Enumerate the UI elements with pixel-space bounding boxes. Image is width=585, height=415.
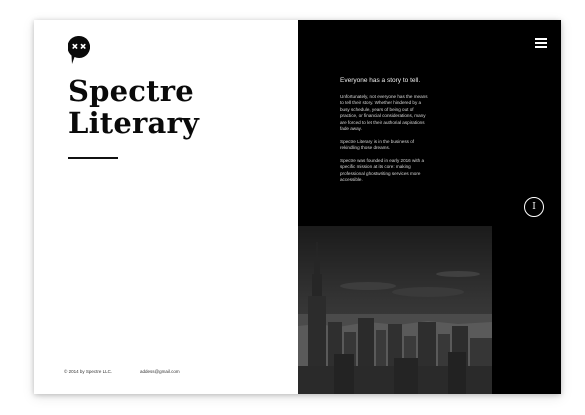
divider [68,157,118,159]
brand-title: Spectre Literary [68,75,199,139]
brand-title-line2: Literary [68,106,200,140]
page-mockup: Spectre Literary © 2014 by Spectre LLC. … [34,20,561,394]
speech-quote-icon[interactable] [68,36,90,64]
city-skyline-photo [298,226,492,394]
story-heading: Everyone has a story to tell. [340,77,421,84]
left-panel: Spectre Literary © 2014 by Spectre LLC. … [34,20,298,394]
story-paragraph: Spectre was founded in early 2016 with a… [340,158,425,183]
info-button-label: I [532,202,536,212]
footer-copyright: © 2014 by Spectre LLC. [64,369,113,374]
info-button[interactable]: I [524,197,544,217]
story-body: Unfortunately, not everyone has the mean… [340,94,430,190]
brand-title-line1: Spectre [68,74,194,108]
hamburger-menu-icon[interactable] [535,38,547,48]
right-panel: Everyone has a story to tell. Unfortunat… [298,20,561,394]
story-paragraph: Unfortunately, not everyone has the mean… [340,94,428,132]
footer-email-link[interactable]: addess@gmail.com [140,369,180,374]
city-skyline-drawing [298,242,492,394]
story-paragraph: Spectre Literary is in the business of r… [340,138,415,151]
